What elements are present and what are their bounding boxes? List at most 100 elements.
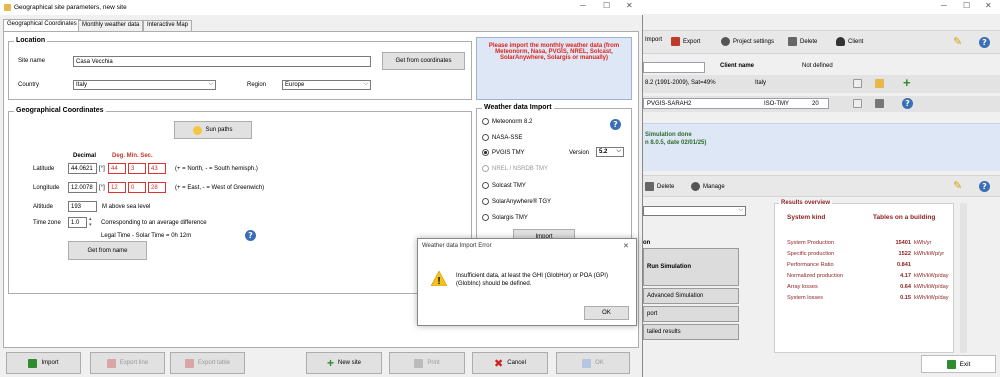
radio-nrel-nsrdb[interactable]: NREL / NSRDB TMY <box>482 165 548 172</box>
report-button[interactable]: port <box>643 306 739 322</box>
result-row: Performance Ratio 0.841 <box>787 262 911 268</box>
help-icon[interactable]: ? <box>979 37 990 48</box>
version-select[interactable]: 5.2 <box>596 147 624 157</box>
get-from-name-button[interactable]: Get from name <box>68 241 147 260</box>
simulation-status: Simulation done n 8.0.5, date 02/01/25) <box>643 123 1000 171</box>
export-line-button[interactable]: Export line <box>90 352 165 374</box>
exit-button[interactable]: Exit <box>921 355 996 373</box>
results-overview: Results overview System kind Tables on a… <box>774 200 954 353</box>
minimize-icon[interactable]: ─ <box>580 1 586 10</box>
add-icon[interactable]: + <box>903 75 911 90</box>
run-simulation-button[interactable]: Run Simulation <box>643 248 739 286</box>
project-field[interactable] <box>643 62 705 73</box>
get-from-coordinates-button[interactable]: Get from coordinates <box>382 52 465 70</box>
zoom-icon[interactable] <box>853 79 862 88</box>
export-button[interactable]: Export <box>671 37 700 46</box>
import-icon <box>28 358 38 368</box>
result-row: Normalized production 4.17 kWh/kWp/day <box>787 273 949 279</box>
delete-button[interactable]: Delete <box>788 37 817 46</box>
sun-icon <box>193 125 203 135</box>
timezone-spinner[interactable]: ▴ ▾ <box>89 216 92 228</box>
project-settings-button[interactable]: Project settings <box>721 37 774 46</box>
results-scrollbar[interactable] <box>960 203 967 353</box>
folder-icon[interactable] <box>875 79 884 88</box>
variant-select[interactable] <box>643 206 746 216</box>
tab-monthly-weather-data[interactable]: Monthly weather data <box>78 20 144 31</box>
database-icon[interactable] <box>875 99 884 108</box>
main-toolbar: Import Export Project settings Delete Cl… <box>643 30 1000 54</box>
close-icon[interactable]: ✕ <box>623 242 629 250</box>
user-icon <box>836 37 845 46</box>
latitude-decimal-input[interactable]: 44.0621 <box>68 163 97 174</box>
coordinates-group: Geographical Coordinates Sun paths Decim… <box>8 107 472 294</box>
export-table-button[interactable]: Export table <box>170 352 245 374</box>
help-icon[interactable]: ? <box>979 181 990 192</box>
error-message: Insufficient data, at least the GHI (Glo… <box>456 273 608 287</box>
advanced-simulation-button[interactable]: Advanced Simulation <box>643 288 739 304</box>
latitude-deg-input[interactable]: 44 <box>108 163 126 174</box>
import-button[interactable]: Import <box>6 352 81 374</box>
latitude-min-input[interactable]: 3 <box>128 163 146 174</box>
help-icon[interactable]: ? <box>902 98 913 109</box>
delete-variant-button[interactable]: Delete <box>645 182 674 191</box>
longitude-sec-input[interactable]: 28 <box>148 182 166 193</box>
pencil-icon[interactable]: ✎ <box>953 35 962 48</box>
cancel-button[interactable]: ✖ Cancel <box>472 352 548 374</box>
help-icon[interactable]: ? <box>610 119 621 130</box>
simulation-label: on <box>643 240 651 246</box>
pvgis-field[interactable]: PVGIS-SARAH2 ISO-TMY 20 <box>643 98 829 109</box>
site-name-input[interactable]: Casa Vecchia <box>73 56 371 67</box>
import-notice: Please import the monthly weather data (… <box>476 37 632 100</box>
new-site-button[interactable]: + New site <box>306 352 382 374</box>
radio-meteonorm[interactable]: Meteonorm 8.2 <box>482 118 532 125</box>
trash-icon <box>645 182 654 191</box>
error-dialog: Weather data Import Error ✕ ! Insufficie… <box>417 238 637 326</box>
export-icon <box>106 358 116 368</box>
print-button[interactable]: Print <box>389 352 465 374</box>
radio-solaranywhere[interactable]: SolarAnywhere® TGY <box>482 198 551 205</box>
radio-pvgis-tmy[interactable]: PVGIS TMY <box>482 149 525 156</box>
result-row: Array losses 0.64 kWh/kWp/day <box>787 284 949 290</box>
ok-button[interactable]: OK <box>556 352 630 374</box>
error-ok-button[interactable]: OK <box>584 306 629 320</box>
zoom-icon[interactable] <box>853 99 862 108</box>
meteo-row: 8.2 (1991-2009), Sat=49% Italy + <box>643 75 1000 93</box>
longitude-min-input[interactable]: 0 <box>128 182 146 193</box>
main-title-bar: ─ ☐ ✕ <box>643 0 1000 14</box>
altitude-input[interactable]: 193 <box>68 201 97 212</box>
close-icon[interactable]: ✕ <box>985 1 992 10</box>
timezone-input[interactable]: 1.0 <box>68 217 87 228</box>
tab-interactive-map[interactable]: Interactive Map <box>143 20 193 31</box>
warning-icon: ! <box>431 271 447 286</box>
tab-geographical-coordinates[interactable]: Geographical Coordinates <box>3 19 81 31</box>
longitude-deg-input[interactable]: 12 <box>108 182 126 193</box>
client-button[interactable]: Client <box>836 37 863 46</box>
ok-icon <box>582 358 592 368</box>
country-select[interactable]: Italy <box>73 80 216 90</box>
weather-import-group: Weather data Import ? Meteonorm 8.2 NASA… <box>476 104 632 248</box>
minimize-icon[interactable]: ─ <box>941 1 947 10</box>
region-select[interactable]: Europe <box>282 80 371 90</box>
result-row: System losses 0.15 kWh/kWp/day <box>787 295 949 301</box>
maximize-icon[interactable]: ☐ <box>963 1 970 10</box>
result-row: Specific production 1522 kWh/kWp/yr <box>787 251 945 257</box>
close-icon[interactable]: ✕ <box>626 1 633 10</box>
sun-paths-button[interactable]: Sun paths <box>174 121 252 139</box>
longitude-decimal-input[interactable]: 12.0078 <box>68 182 97 193</box>
pvgis-row: PVGIS-SARAH2 ISO-TMY 20 ? <box>643 96 1000 112</box>
export-icon <box>184 358 194 368</box>
svg-text:!: ! <box>437 276 440 286</box>
detailed-results-button[interactable]: tailed results <box>643 324 739 340</box>
help-icon[interactable]: ? <box>245 230 256 241</box>
radio-nasa-sse[interactable]: NASA-SSE <box>482 134 522 141</box>
import-button[interactable]: Import <box>645 37 662 43</box>
maximize-icon[interactable]: ☐ <box>603 1 610 10</box>
latitude-sec-input[interactable]: 43 <box>148 163 166 174</box>
cancel-icon: ✖ <box>494 356 504 370</box>
radio-solargis[interactable]: Solargis TMY <box>482 214 528 221</box>
manage-button[interactable]: Manage <box>691 182 725 191</box>
error-title-bar: Weather data Import Error ✕ <box>418 239 636 254</box>
result-row: System Production 15401 kWh/yr <box>787 240 932 246</box>
radio-solcast[interactable]: Solcast TMY <box>482 182 526 189</box>
pencil-icon[interactable]: ✎ <box>953 179 962 192</box>
